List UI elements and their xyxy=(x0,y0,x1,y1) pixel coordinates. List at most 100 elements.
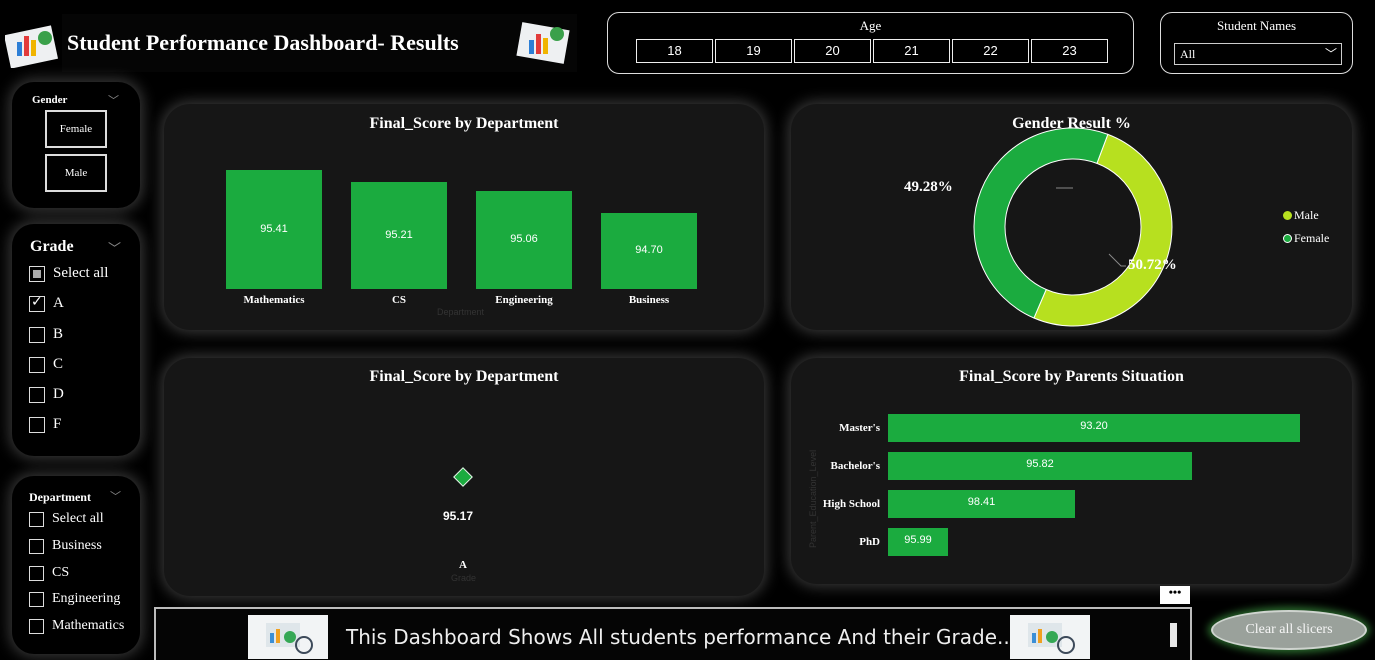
legend-dot-male xyxy=(1283,211,1292,220)
age-option[interactable]: 19 xyxy=(715,39,792,63)
department-option-label: Engineering xyxy=(52,591,121,606)
analytics-illustration-icon xyxy=(248,615,328,659)
bar-value-label: 95.82 xyxy=(1026,458,1054,470)
grade-option-label: B xyxy=(53,326,64,342)
checkbox-icon xyxy=(29,386,45,403)
y-tick-label: Master's xyxy=(839,422,880,434)
gender-option-female[interactable]: Female xyxy=(45,110,107,148)
checkbox-icon xyxy=(29,591,44,607)
grade-option[interactable]: A xyxy=(29,294,64,312)
checkbox-icon xyxy=(29,565,44,581)
checkbox-icon xyxy=(29,356,45,373)
legend-label: Female xyxy=(1294,231,1330,245)
donut-slice-male[interactable] xyxy=(1033,133,1173,327)
more-options-button[interactable]: ••• xyxy=(1160,586,1190,604)
chart-title: Final_Score by Department xyxy=(369,115,559,132)
bar-value-label: 93.20 xyxy=(1080,420,1108,432)
bar[interactable]: 95.41 xyxy=(226,170,322,289)
student-names-value: All xyxy=(1180,47,1196,61)
scatter-point[interactable] xyxy=(453,467,473,487)
checkbox-icon xyxy=(29,416,45,433)
grade-slicer-label: Grade xyxy=(30,238,74,255)
bar[interactable]: 95.21 xyxy=(351,182,447,289)
x-axis-label: Department xyxy=(437,307,485,317)
bar[interactable]: 98.41 xyxy=(888,490,1075,518)
age-option[interactable]: 18 xyxy=(636,39,713,63)
leader-line xyxy=(1108,253,1126,267)
bar[interactable]: 94.70 xyxy=(601,213,697,289)
checkbox-icon xyxy=(29,511,44,527)
department-option[interactable]: Select all xyxy=(29,511,104,527)
department-option[interactable]: Business xyxy=(29,538,102,554)
department-slicer: Department ﹀ Select all Business CS Engi… xyxy=(12,476,140,654)
bar-value-label: 95.41 xyxy=(260,222,288,235)
scrollbar-thumb[interactable] xyxy=(1170,623,1177,647)
chevron-down-icon[interactable]: ﹀ xyxy=(108,92,119,108)
x-tick-label: Business xyxy=(628,294,670,306)
department-option[interactable]: Engineering xyxy=(29,591,120,607)
grade-option-label: C xyxy=(53,356,64,372)
grade-option[interactable]: F xyxy=(29,416,61,433)
grade-option-label: Select all xyxy=(53,265,109,281)
checkbox-icon xyxy=(29,294,45,312)
gender-donut-chart[interactable]: Gender Result % 49.28% 50.72% Male Femal… xyxy=(791,104,1352,330)
checkbox-icon xyxy=(29,265,45,282)
student-names-slicer: Student Names All ﹀ xyxy=(1160,12,1353,74)
chevron-down-icon[interactable]: ﹀ xyxy=(110,488,121,504)
parents-bar-chart[interactable]: Final_Score by Parents Situation Parent_… xyxy=(791,358,1352,584)
grade-option[interactable]: B xyxy=(29,326,63,343)
chart-title: Final_Score by Department xyxy=(369,368,559,385)
bar[interactable]: 95.06 xyxy=(476,191,572,289)
grade-option[interactable]: C xyxy=(29,356,63,373)
x-tick-label: A xyxy=(459,559,467,571)
bar[interactable]: 95.99 xyxy=(888,528,948,556)
grade-scatter-chart[interactable]: Final_Score by Department 95.17 A Grade xyxy=(164,358,764,596)
footer-banner: This Dashboard Shows All students perfor… xyxy=(154,607,1192,660)
legend-label: Male xyxy=(1294,208,1319,222)
grade-option-label: F xyxy=(53,416,62,432)
age-option[interactable]: 22 xyxy=(952,39,1029,63)
header-logo-right xyxy=(515,18,571,66)
bar-value-label: 95.06 xyxy=(510,233,538,246)
legend-female[interactable]: Female xyxy=(1283,231,1329,246)
department-option-label: Mathematics xyxy=(52,618,125,633)
y-tick-label: PhD xyxy=(859,536,880,548)
checkbox-icon xyxy=(29,538,44,554)
gender-slicer-label: Gender xyxy=(32,94,68,106)
point-label: 95.17 xyxy=(443,509,474,523)
student-names-dropdown[interactable]: All ﹀ xyxy=(1174,43,1342,65)
gender-option-male[interactable]: Male xyxy=(45,154,107,192)
title-box: Student Performance Dashboard- Results xyxy=(62,14,577,72)
x-tick-label: Engineering xyxy=(495,294,553,306)
bar[interactable]: 95.82 xyxy=(888,452,1192,480)
department-option-label: CS xyxy=(52,565,70,580)
footer-text: This Dashboard Shows All students perfor… xyxy=(346,625,1017,649)
grade-option-label: D xyxy=(53,386,64,402)
grade-option[interactable]: D xyxy=(29,386,64,403)
bar-value-label: 95.99 xyxy=(904,534,932,546)
bar-value-label: 95.21 xyxy=(385,228,413,241)
chevron-down-icon[interactable]: ﹀ xyxy=(108,238,121,257)
age-option[interactable]: 23 xyxy=(1031,39,1108,63)
department-option[interactable]: Mathematics xyxy=(29,618,124,634)
grade-option[interactable]: Select all xyxy=(29,265,108,282)
y-tick-label: High School xyxy=(822,498,880,510)
department-option[interactable]: CS xyxy=(29,565,69,581)
grade-option-label: A xyxy=(53,295,64,311)
donut-slice-female[interactable] xyxy=(973,127,1109,319)
header-logo-left xyxy=(3,20,61,69)
department-option-label: Business xyxy=(52,538,102,553)
bar[interactable]: 93.20 xyxy=(888,414,1300,442)
female-pct-label: 49.28% xyxy=(904,179,953,195)
department-option-label: Select all xyxy=(52,511,104,526)
analytics-illustration-icon xyxy=(1010,615,1090,659)
y-axis-label: Parent_Education_Level xyxy=(808,449,818,548)
age-option[interactable]: 20 xyxy=(794,39,871,63)
legend-male[interactable]: Male xyxy=(1283,208,1319,223)
clear-all-slicers-button[interactable]: Clear all slicers xyxy=(1211,610,1367,650)
chart-title: Final_Score by Parents Situation xyxy=(959,368,1184,385)
dept-bar-chart[interactable]: Final_Score by Department 95.41 Mathemati… xyxy=(164,104,764,330)
age-option[interactable]: 21 xyxy=(873,39,950,63)
grade-slicer: Grade ﹀ Select all A B C D F xyxy=(12,224,140,456)
x-axis-label: Grade xyxy=(451,573,477,583)
